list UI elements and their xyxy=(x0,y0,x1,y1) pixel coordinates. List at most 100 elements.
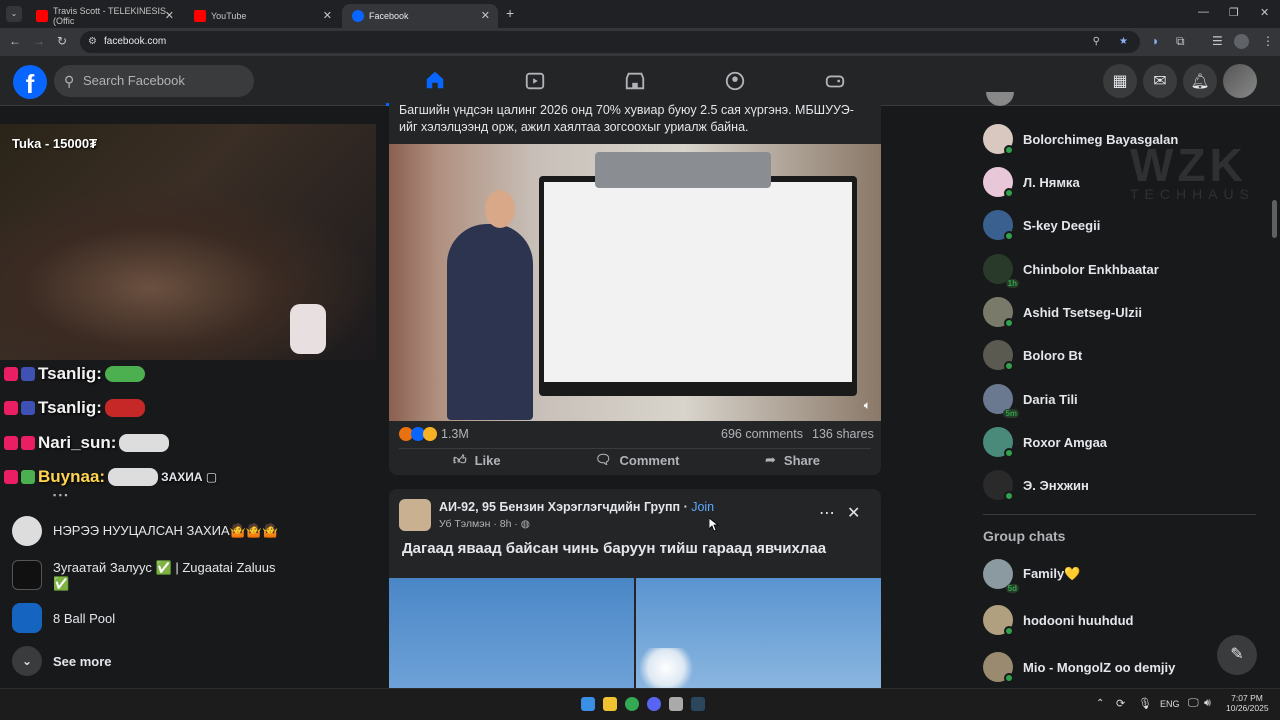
contact-item[interactable]: Bolorchimeg Bayasgalan xyxy=(983,124,1178,155)
messenger-button[interactable]: ✉ xyxy=(1143,64,1177,98)
tab-search-icon[interactable]: ⌄ xyxy=(6,6,22,22)
contact-item[interactable]: Э. Энхжин xyxy=(983,470,1089,501)
feed-post: Багшийн үндсэн цалинг 2026 онд 70% хувиа… xyxy=(389,92,881,475)
microphone-icon[interactable]: 🎙︎ xyxy=(1138,697,1152,710)
chrome-icon[interactable] xyxy=(625,697,639,711)
plush-toy xyxy=(290,304,326,354)
reaction-count[interactable]: 1.3M xyxy=(399,427,469,441)
post-meta: Уб Тэлмэн · 8h · ◍ xyxy=(439,518,530,530)
tray-app-icon[interactable]: ⟳ xyxy=(1116,697,1125,710)
reading-list-icon[interactable]: ☰ xyxy=(1212,34,1223,48)
avatar: 5m xyxy=(983,384,1019,418)
steam-icon[interactable] xyxy=(691,697,705,711)
share-icon: ➦ xyxy=(765,452,776,467)
contact-item[interactable]: 5m Daria Tili xyxy=(983,384,1078,418)
site-info-icon[interactable]: ⚙ xyxy=(88,31,97,53)
new-message-button[interactable]: ✎ xyxy=(1217,635,1257,675)
group-chat-name: hodooni huuhdud xyxy=(1023,612,1134,628)
forward-icon[interactable]: → xyxy=(33,34,45,48)
contact-item[interactable]: 1h Chinbolor Enkhbaatar xyxy=(983,254,1159,288)
group-avatar[interactable] xyxy=(399,499,431,531)
volume-icon[interactable]: 🔊︎ xyxy=(1204,697,1211,710)
menu-grid-button[interactable]: ▦ xyxy=(1103,64,1137,98)
extensions-puzzle-icon[interactable]: ⧉ xyxy=(1176,34,1185,49)
back-icon[interactable]: ← xyxy=(9,34,21,48)
shortcut-item[interactable]: Зугаатай Залуус ✅ | Zugaatai Zaluus ✅ xyxy=(12,560,276,592)
menu-icon[interactable]: ⋮ xyxy=(1262,34,1274,48)
bookmark-star-icon[interactable]: ★ xyxy=(1119,31,1128,53)
new-tab-icon[interactable]: + xyxy=(506,5,514,21)
shortcut-item[interactable]: 8 Ball Pool xyxy=(12,603,115,633)
like-button[interactable]: 👍︎ Like xyxy=(453,452,501,468)
post-author-line: АИ-92, 95 Бензин Хэрэглэгчдийн Групп · J… xyxy=(439,500,715,514)
avatar: 1h xyxy=(983,254,1019,288)
contact-name: Ashid Tsetseg-Ulzii xyxy=(1023,304,1142,320)
group-chat-item[interactable]: hodooni huuhdud xyxy=(983,605,1134,636)
post-image-left[interactable] xyxy=(389,578,634,688)
language-indicator[interactable]: ENG xyxy=(1160,699,1180,709)
shortcut-item[interactable]: НЭРЭЭ НУУЦАЛСАН ЗАХИА🤷🤷🤷 xyxy=(12,516,278,546)
group-chat-name: Mio - MongolZ oo demjiy xyxy=(1023,659,1176,675)
network-icon[interactable]: 🖵︎ xyxy=(1188,697,1199,710)
reload-icon[interactable]: ↻ xyxy=(57,34,67,48)
discord-icon[interactable] xyxy=(647,697,661,711)
contact-item[interactable]: Ashid Tsetseg-Ulzii xyxy=(983,297,1142,328)
facebook-logo[interactable]: f xyxy=(13,65,47,99)
close-icon[interactable]: ✕ xyxy=(481,9,490,22)
like-label: Like xyxy=(474,452,501,468)
post-image-right[interactable] xyxy=(636,578,881,688)
contact-name: Л. Нямка xyxy=(1023,174,1080,190)
address-bar[interactable]: ⚙ facebook.com ⚲ ★ xyxy=(80,31,1140,53)
comment-button[interactable]: 🗨︎ Comment xyxy=(595,452,679,468)
contact-name: Boloro Bt xyxy=(1023,347,1083,363)
close-icon[interactable]: ✕ xyxy=(323,9,332,22)
group-chat-name: Family💛 xyxy=(1023,566,1081,581)
share-button[interactable]: ➦ Share xyxy=(765,452,820,468)
maximize-icon[interactable]: ❐ xyxy=(1229,6,1239,19)
close-window-icon[interactable]: ✕ xyxy=(1260,6,1269,19)
avatar xyxy=(983,605,1014,636)
contact-item[interactable]: Л. Нямка xyxy=(983,167,1080,198)
join-link[interactable]: Join xyxy=(691,500,714,514)
windows-taskbar: ⌃ ⟳ 🎙︎ ENG 🖵︎ 🔊︎ 7:07 PM 10/26/2025 xyxy=(0,688,1280,720)
group-name[interactable]: АИ-92, 95 Бензин Хэрэглэгчдийн Групп xyxy=(439,500,680,514)
shares-count[interactable]: 136 shares xyxy=(812,427,874,441)
account-avatar[interactable] xyxy=(1223,64,1257,98)
close-icon[interactable]: ✕ xyxy=(165,9,174,22)
notifications-button[interactable]: 🔔︎ xyxy=(1183,64,1217,98)
browser-toolbar: ← → ↻ ⚙ facebook.com ⚲ ★ ◗ ⧉ ☰ ⋮ xyxy=(0,28,1280,56)
clock[interactable]: 7:07 PM 10/26/2025 xyxy=(1226,693,1269,713)
minimize-icon[interactable]: — xyxy=(1198,6,1209,18)
app-icon[interactable] xyxy=(669,697,683,711)
search-input[interactable]: ⚲ Search Facebook xyxy=(54,65,254,97)
avatar: 5d xyxy=(983,559,1019,593)
scrollbar-thumb[interactable] xyxy=(1272,200,1277,238)
contact-item[interactable]: Roxor Amgaa xyxy=(983,427,1107,458)
avatar xyxy=(983,297,1014,328)
start-icon[interactable] xyxy=(581,697,595,711)
extension-icon[interactable]: ◗ xyxy=(1152,34,1159,48)
see-more-button[interactable]: ⌄ See more xyxy=(12,646,112,676)
see-more-label: See more xyxy=(53,653,112,669)
avatar xyxy=(983,210,1014,241)
tab-travis-scott[interactable]: Travis Scott - TELEKINESIS (Offic ✕ xyxy=(26,4,182,28)
more-options-icon[interactable]: ⋯ xyxy=(819,503,835,523)
group-chat-item[interactable]: 5d Family💛 xyxy=(983,559,1081,593)
tray-chevron-icon[interactable]: ⌃ xyxy=(1096,698,1104,709)
contact-item[interactable]: S-key Deegii xyxy=(983,210,1100,241)
shortcut-thumb xyxy=(12,560,42,590)
file-explorer-icon[interactable] xyxy=(603,697,617,711)
post-image[interactable]: 🔈︎ xyxy=(389,144,881,421)
shortcut-sub: ✅ xyxy=(53,576,70,591)
close-icon[interactable]: ✕ xyxy=(847,503,860,523)
zoom-icon[interactable]: ⚲ xyxy=(1093,31,1100,53)
comments-count[interactable]: 696 comments xyxy=(721,427,803,441)
person-figure xyxy=(447,224,533,420)
shortcut-thumb xyxy=(12,516,42,546)
tab-youtube[interactable]: YouTube ✕ xyxy=(184,4,340,28)
group-chat-item[interactable]: Mio - MongolZ oo demjiy xyxy=(983,652,1176,683)
mute-icon[interactable]: 🔈︎ xyxy=(864,398,871,413)
contact-item[interactable]: Boloro Bt xyxy=(983,340,1083,371)
profile-avatar[interactable] xyxy=(1234,34,1249,49)
tab-facebook[interactable]: Facebook ✕ xyxy=(342,4,498,28)
